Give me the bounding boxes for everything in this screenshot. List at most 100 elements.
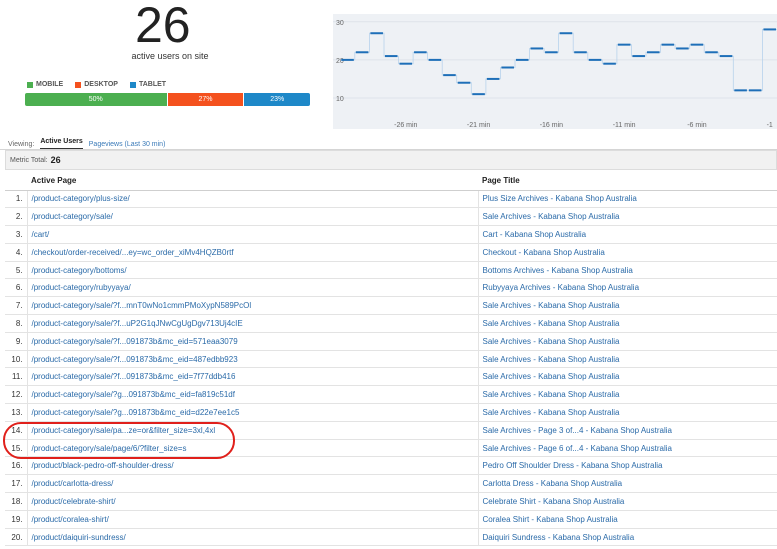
- header-active-page: Active Page: [27, 172, 478, 191]
- page-title-link[interactable]: Daiquiri Sundress - Kabana Shop Australi…: [478, 528, 777, 547]
- active-page-link[interactable]: /product-category/sale/?f...uP2G1qJNwCgU…: [27, 314, 479, 333]
- page-title-link[interactable]: Sale Archives - Kabana Shop Australia: [478, 385, 777, 405]
- page-title-link[interactable]: Sale Archives - Page 3 of...4 - Kabana S…: [478, 421, 777, 440]
- row-index: 14.: [5, 421, 28, 440]
- table-row: 19./product/coralea-shirt/Coralea Shirt …: [5, 510, 777, 529]
- viewing-label: Viewing:: [8, 140, 35, 148]
- page-title-link[interactable]: Sale Archives - Kabana Shop Australia: [478, 403, 777, 422]
- page-title-link[interactable]: Pedro Off Shoulder Dress - Kabana Shop A…: [478, 456, 777, 476]
- active-page-link[interactable]: /checkout/order-received/...ey=wc_order_…: [27, 243, 479, 262]
- y-tick-label: 10: [336, 96, 344, 103]
- row-index: 4.: [5, 243, 28, 262]
- active-page-link[interactable]: /product/carlotta-dress/: [27, 474, 479, 494]
- table-row: 10./product-category/sale/?f...091873b&m…: [5, 350, 777, 369]
- active-page-link[interactable]: /product-category/sale/pa...ze=or&filter…: [27, 421, 479, 440]
- row-index: 13.: [5, 403, 28, 422]
- active-page-link[interactable]: /product-category/sale/page/6/?filter_si…: [27, 439, 479, 458]
- page-title-link[interactable]: Coralea Shirt - Kabana Shop Australia: [478, 510, 777, 529]
- row-index: 19.: [5, 510, 28, 529]
- table-row: 14./product-category/sale/pa...ze=or&fil…: [5, 421, 777, 440]
- x-tick-label: -16 min: [540, 122, 563, 129]
- legend-mobile: MOBILE: [27, 81, 63, 88]
- page-title-link[interactable]: Celebrate Shirt - Kabana Shop Australia: [478, 492, 777, 511]
- active-page-link[interactable]: /cart/: [27, 225, 479, 244]
- device-legend: MOBILE DESKTOP TABLET: [27, 81, 166, 88]
- page-title-link[interactable]: Sale Archives - Page 6 of...4 - Kabana S…: [478, 439, 777, 458]
- row-index: 16.: [5, 456, 28, 476]
- active-users-count: 26: [135, 0, 191, 53]
- active-page-link[interactable]: /product/celebrate-shirt/: [27, 492, 479, 511]
- page-title-link[interactable]: Sale Archives - Kabana Shop Australia: [478, 332, 777, 351]
- tab-pageviews[interactable]: Pageviews (Last 30 min): [89, 141, 166, 148]
- row-index: 20.: [5, 528, 28, 547]
- active-page-link[interactable]: /product-category/sale/?f...091873b&mc_e…: [27, 350, 479, 369]
- split-desktop: 27%: [167, 93, 245, 106]
- row-index: 17.: [5, 474, 28, 494]
- x-tick-label: -21 min: [467, 122, 490, 129]
- legend-desktop-label: DESKTOP: [84, 81, 118, 88]
- page-title-link[interactable]: Rubyyaya Archives - Kabana Shop Australi…: [478, 278, 777, 298]
- page-title-link[interactable]: Sale Archives - Kabana Shop Australia: [478, 296, 777, 316]
- table-row: 9./product-category/sale/?f...091873b&mc…: [5, 332, 777, 351]
- active-page-link[interactable]: /product/coralea-shirt/: [27, 510, 479, 529]
- metric-total-label: Metric Total:: [10, 156, 48, 164]
- row-index: 10.: [5, 350, 28, 369]
- table-row: 7./product-category/sale/?f...mnT0wNo1cm…: [5, 296, 777, 316]
- split-mobile: 50%: [25, 93, 168, 106]
- active-page-link[interactable]: /product-category/sale/: [27, 207, 479, 227]
- table-row: 16./product/black-pedro-off-shoulder-dre…: [5, 456, 777, 476]
- page-title-link[interactable]: Sale Archives - Kabana Shop Australia: [478, 350, 777, 369]
- page-title-link[interactable]: Cart - Kabana Shop Australia: [478, 225, 777, 244]
- x-tick-label: -6 min: [687, 122, 707, 129]
- table-row: 2./product-category/sale/Sale Archives -…: [5, 207, 777, 227]
- header-page-title: Page Title: [478, 172, 777, 191]
- table-row: 13./product-category/sale/?g...091873b&m…: [5, 403, 777, 422]
- active-pages-table: Active Page Page Title 1./product-catego…: [5, 172, 777, 547]
- row-index: 15.: [5, 439, 28, 458]
- table-row: 11./product-category/sale/?f...091873b&m…: [5, 367, 777, 387]
- active-page-link[interactable]: /product-category/rubyyaya/: [27, 278, 479, 298]
- row-index: 3.: [5, 225, 28, 244]
- page-title-link[interactable]: Sale Archives - Kabana Shop Australia: [478, 314, 777, 333]
- row-index: 18.: [5, 492, 28, 511]
- device-split-bar: 50% 27% 23%: [25, 93, 310, 106]
- table-row: 18./product/celebrate-shirt/Celebrate Sh…: [5, 492, 777, 511]
- table-row: 15./product-category/sale/page/6/?filter…: [5, 439, 777, 458]
- page-title-link[interactable]: Checkout - Kabana Shop Australia: [478, 243, 777, 262]
- table-body: 1./product-category/plus-size/Plus Size …: [5, 190, 777, 547]
- table-row: 20./product/daiquiri-sundress/Daiquiri S…: [5, 528, 777, 547]
- active-page-link[interactable]: /product-category/plus-size/: [27, 190, 479, 209]
- row-index: 5.: [5, 261, 28, 280]
- table-row: 1./product-category/plus-size/Plus Size …: [5, 190, 777, 209]
- page-title-link[interactable]: Sale Archives - Kabana Shop Australia: [478, 367, 777, 387]
- active-page-link[interactable]: /product-category/sale/?f...mnT0wNo1cmmP…: [27, 296, 479, 316]
- table-header-row: Active Page Page Title: [5, 172, 777, 191]
- page-title-link[interactable]: Carlotta Dress - Kabana Shop Australia: [478, 474, 777, 494]
- page-title-link[interactable]: Plus Size Archives - Kabana Shop Austral…: [478, 190, 777, 209]
- active-users-label: active users on site: [131, 51, 209, 61]
- header-index: [5, 172, 27, 191]
- legend-tablet-label: TABLET: [138, 81, 167, 88]
- active-page-link[interactable]: /product-category/sale/?g...091873b&mc_e…: [27, 403, 479, 422]
- active-page-link[interactable]: /product-category/sale/?f...091873b&mc_e…: [27, 332, 479, 351]
- row-index: 11.: [5, 367, 28, 387]
- row-index: 1.: [5, 190, 28, 209]
- chart-svg: 302010-26 min -21 min -16 min -11 min -6 min…: [333, 20, 777, 129]
- y-tick-label: 30: [336, 20, 344, 27]
- table-row: 17./product/carlotta-dress/Carlotta Dres…: [5, 474, 777, 494]
- active-page-link[interactable]: /product/daiquiri-sundress/: [27, 528, 479, 547]
- table-row: 12./product-category/sale/?g...091873b&m…: [5, 385, 777, 405]
- legend-mobile-label: MOBILE: [36, 81, 64, 88]
- row-index: 2.: [5, 207, 28, 227]
- row-index: 6.: [5, 278, 28, 298]
- active-users-chart: 30 20 10 -26 min -21 min -16 min -11 min -6 min…: [333, 14, 777, 129]
- active-page-link[interactable]: /product-category/sale/?f...091873b&mc_e…: [27, 367, 479, 387]
- chart-series-outline: [340, 29, 777, 95]
- page-title-link[interactable]: Bottoms Archives - Kabana Shop Australia: [478, 261, 777, 280]
- page-title-link[interactable]: Sale Archives - Kabana Shop Australia: [478, 207, 777, 227]
- active-page-link[interactable]: /product-category/sale/?g...091873b&mc_e…: [27, 385, 479, 405]
- x-tick-label: -26 min: [394, 122, 417, 129]
- legend-tablet-swatch: [129, 81, 136, 88]
- active-page-link[interactable]: /product/black-pedro-off-shoulder-dress/: [27, 456, 479, 476]
- active-page-link[interactable]: /product-category/bottoms/: [27, 261, 479, 280]
